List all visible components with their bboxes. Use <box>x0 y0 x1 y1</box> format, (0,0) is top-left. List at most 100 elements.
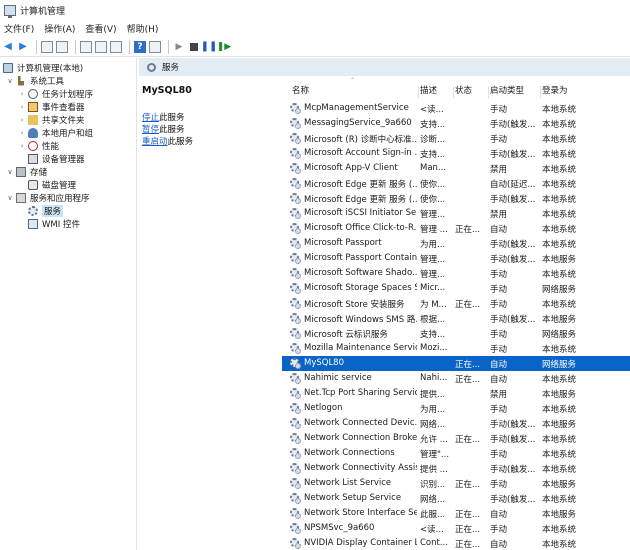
service-row[interactable]: Net.Tcp Port Sharing Service 提供... 禁用 本地服务 <box>282 386 630 401</box>
stop-service-icon[interactable] <box>190 42 198 51</box>
column-divider[interactable] <box>418 86 419 98</box>
service-description: 允许 ... <box>420 435 448 445</box>
computer-management-icon <box>4 4 16 18</box>
service-row[interactable]: Network Store Interface Se... 此服... 正在... 自… <box>282 506 630 521</box>
column-header-logon[interactable]: 登录为 <box>542 84 568 96</box>
service-description: 为用... <box>420 240 446 250</box>
service-row[interactable]: Network Connections 管理"... 手动 本地系统 <box>282 446 630 461</box>
menu-file[interactable]: 文件(F) <box>4 22 34 35</box>
up-folder-icon[interactable] <box>41 40 53 53</box>
tree-item-system-tools[interactable]: ∨ 系统工具 <box>6 74 64 87</box>
service-row[interactable]: Microsoft 云标识服务 支持... 手动 网络服务 <box>282 326 630 341</box>
service-row[interactable]: Network Setup Service 网络... 手动(触发... 本地系统 <box>282 491 630 506</box>
column-header-status[interactable]: 状态 <box>455 84 472 96</box>
service-row[interactable]: Microsoft Passport Container 管理... 手动(触发..… <box>282 251 630 266</box>
service-row[interactable]: Microsoft Windows SMS 路... 根据... 手动(触发... 本… <box>282 311 630 326</box>
service-row[interactable]: NVIDIA Display Container LS Cont... 正在... 自… <box>282 536 630 550</box>
export-list-icon[interactable] <box>110 40 122 53</box>
pause-service-link[interactable]: 暂停 <box>142 125 159 135</box>
service-row[interactable]: MySQL80 正在... 自动 网络服务 <box>282 356 630 371</box>
forward-arrow-icon[interactable]: ▶ <box>17 41 29 53</box>
sort-indicator-icon: ⌃ <box>350 77 356 84</box>
restart-service-icon[interactable]: ❚▶ <box>217 41 231 53</box>
service-row[interactable]: Nahimic service Nahi... 正在... 自动 本地系统 <box>282 371 630 386</box>
refresh-icon[interactable] <box>95 40 107 53</box>
chevron-down-icon[interactable]: ∨ <box>6 77 14 85</box>
service-row[interactable]: Microsoft Software Shado... 管理... 手动 本地系统 <box>282 266 630 281</box>
service-row[interactable]: Microsoft Office Click-to-R... 管理 ... 正在..… <box>282 221 630 236</box>
chevron-down-icon[interactable]: ∨ <box>6 168 14 176</box>
service-row[interactable]: Microsoft Store 安装服务 为 M... 正在... 手动 本地系统 <box>282 296 630 311</box>
menu-action[interactable]: 操作(A) <box>44 22 75 35</box>
service-description: Micr... <box>420 283 446 293</box>
menu-view[interactable]: 查看(V) <box>85 22 116 35</box>
tree-item-services[interactable]: 服务 <box>28 204 64 217</box>
tree-item-wmi[interactable]: WMI 控件 <box>28 217 80 230</box>
properties-icon[interactable] <box>80 40 92 53</box>
service-logon-as: 本地系统 <box>542 240 577 250</box>
service-logon-as: 本地系统 <box>542 435 577 445</box>
column-divider[interactable] <box>488 86 489 98</box>
tree-item-event-viewer[interactable]: › 事件查看器 <box>18 100 85 113</box>
service-row[interactable]: McpManagementService <读... 手动 本地系统 <box>282 101 630 116</box>
show-action-pane-icon[interactable] <box>149 40 161 53</box>
service-row[interactable]: Network Connectivity Assis... 提供 ... 手动(触发… <box>282 461 630 476</box>
restart-service-link[interactable]: 重启动 <box>142 137 168 147</box>
service-row[interactable]: Microsoft iSCSI Initiator Ser... 管理... 禁用 本… <box>282 206 630 221</box>
help-icon[interactable]: ? <box>134 40 146 53</box>
column-header-desc[interactable]: 描述 <box>420 84 437 96</box>
column-header-name[interactable]: 名称 <box>292 84 309 96</box>
service-row[interactable]: Network Connected Devic... 网络... 手动(触发... 本… <box>282 416 630 431</box>
service-name: Nahimic service <box>304 373 372 383</box>
show-hide-tree-icon[interactable] <box>56 40 68 53</box>
stop-service-link[interactable]: 停止 <box>142 113 159 123</box>
column-divider[interactable] <box>453 86 454 98</box>
service-row[interactable]: Microsoft Account Sign-in ... 支持... 手动(触发.… <box>282 146 630 161</box>
gear-icon <box>28 205 38 216</box>
service-startup-type: 手动(触发... <box>490 420 536 430</box>
service-row[interactable]: Mozilla Maintenance Service Mozi... 手动 本地系统 <box>282 341 630 356</box>
column-divider[interactable] <box>540 86 541 98</box>
menu-help[interactable]: 帮助(H) <box>127 22 159 35</box>
service-row[interactable]: Microsoft Edge 更新 服务 (... 使你... 自动(延迟... 本地… <box>282 176 630 191</box>
chevron-right-icon[interactable]: › <box>18 90 26 98</box>
services-list: ⌃ 名称 描述 状态 启动类型 登录为 McpManagementService… <box>282 76 630 550</box>
service-status: 正在... <box>455 300 481 310</box>
service-name: Microsoft App-V Client <box>304 163 398 173</box>
column-header-startup[interactable]: 启动类型 <box>490 84 524 96</box>
back-arrow-icon[interactable]: ◀ <box>2 41 14 53</box>
tree-item-task-scheduler[interactable]: › 任务计划程序 <box>18 87 93 100</box>
service-row[interactable]: Netlogon 为用... 手动 本地系统 <box>282 401 630 416</box>
service-description: Mozi... <box>420 343 448 353</box>
service-row[interactable]: NPSMSvc_9a660 <读... 正在... 手动 本地系统 <box>282 521 630 536</box>
service-row[interactable]: Microsoft Storage Spaces S... Micr... 手动 网络… <box>282 281 630 296</box>
chevron-right-icon[interactable]: › <box>18 142 26 150</box>
service-row[interactable]: Microsoft Passport 为用... 手动(触发... 本地系统 <box>282 236 630 251</box>
chevron-right-icon[interactable]: › <box>18 103 26 111</box>
service-row[interactable]: Network Connection Broker 允许 ... 正在... 手动(触… <box>282 431 630 446</box>
service-startup-type: 手动 <box>490 450 508 460</box>
tree-item-shared-folders[interactable]: › 共享文件夹 <box>18 113 85 126</box>
service-description: 为用... <box>420 405 446 415</box>
tree-item-services-apps[interactable]: ∨ 服务和应用程序 <box>6 191 90 204</box>
tree-item-root[interactable]: 计算机管理(本地) <box>3 61 83 74</box>
tree-item-disk-management[interactable]: 磁盘管理 <box>28 178 76 191</box>
tree-item-performance[interactable]: › 性能 <box>18 139 59 152</box>
service-logon-as: 本地系统 <box>542 150 577 160</box>
tree-item-device-manager[interactable]: 设备管理器 <box>28 152 85 165</box>
service-row[interactable]: Microsoft App-V Client Man... 禁用 本地系统 <box>282 161 630 176</box>
service-logon-as: 本地服务 <box>542 255 577 265</box>
service-row[interactable]: MessagingService_9a660 支持... 手动(触发... 本地系统 <box>282 116 630 131</box>
chevron-right-icon[interactable]: › <box>18 129 26 137</box>
tree-item-storage[interactable]: ∨ 存储 <box>6 165 47 178</box>
service-row[interactable]: Microsoft (R) 诊断中心标准... 诊断... 手动 本地系统 <box>282 131 630 146</box>
tree-item-local-users[interactable]: › 本地用户和组 <box>18 126 93 139</box>
service-row[interactable]: Microsoft Edge 更新 服务 (... 使你... 手动(触发... 本地… <box>282 191 630 206</box>
chevron-down-icon[interactable]: ∨ <box>6 194 14 202</box>
chevron-right-icon[interactable]: › <box>18 116 26 124</box>
pause-service-icon[interactable]: ❚❚ <box>201 41 218 53</box>
service-startup-type: 手动 <box>490 105 508 115</box>
start-service-icon[interactable]: ▶ <box>173 41 185 53</box>
content-pane: 服务 MySQL80 停止此服务 暂停此服务 重启动此服务 ⌃ 名称 描述 状态… <box>139 58 630 550</box>
service-row[interactable]: Network List Service 识别... 正在... 手动 本地服务 <box>282 476 630 491</box>
